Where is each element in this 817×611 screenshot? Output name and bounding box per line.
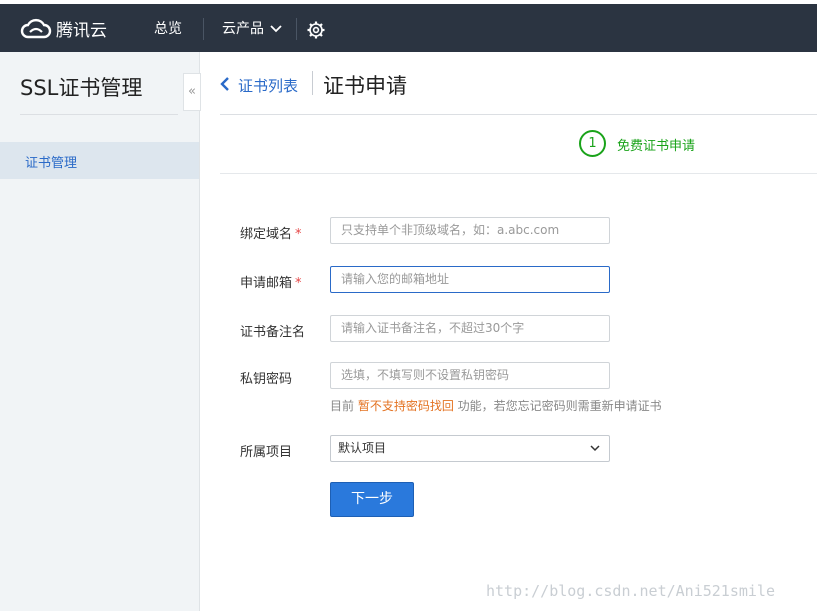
nav-overview[interactable]: 总览 [154, 18, 182, 38]
email-label-text: 申请邮箱 [240, 276, 293, 291]
password-input[interactable]: 选填，不填写则不设置私钥密码 [330, 362, 610, 389]
logo-text: 腾讯云 [56, 20, 107, 41]
step-label: 免费证书申请 [617, 139, 696, 154]
project-select-value: 默认项目 [338, 441, 387, 455]
password-label: 私钥密码 [240, 372, 293, 387]
top-edge [0, 0, 817, 4]
nav-divider [296, 18, 297, 40]
sidebar-title: SSL证书管理 [20, 76, 143, 100]
hint-prefix: 目前 [330, 399, 358, 413]
page-header: 证书列表 证书申请 [220, 52, 817, 114]
sidebar: SSL证书管理 证书管理 [0, 52, 200, 611]
nav-divider [203, 18, 204, 40]
steps-divider [220, 173, 817, 174]
page-title: 证书申请 [323, 74, 407, 98]
remark-label: 证书备注名 [240, 325, 306, 340]
sidebar-item-cert-management[interactable]: 证书管理 [0, 142, 199, 179]
domain-label: 绑定域名 * [240, 223, 302, 242]
breadcrumb-cert-list-link[interactable]: 证书列表 [238, 75, 298, 96]
domain-input[interactable]: 只支持单个非顶级域名，如：a.abc.com [330, 217, 610, 244]
required-marker: * [295, 276, 302, 291]
domain-label-text: 绑定域名 [240, 227, 293, 242]
project-label: 所属项目 [240, 445, 293, 460]
collapse-sidebar-button[interactable]: « [183, 73, 201, 111]
back-arrow-icon[interactable] [220, 76, 230, 92]
chevron-down-icon [270, 25, 283, 33]
email-input[interactable]: 请输入您的邮箱地址 [330, 266, 610, 293]
nav-cloud-products-label: 云产品 [222, 21, 264, 37]
next-step-button[interactable]: 下一步 [330, 482, 414, 517]
email-label: 申请邮箱 * [240, 272, 302, 291]
hint-warning: 暂不支持密码找回 [357, 399, 454, 413]
password-hint: 目前 暂不支持密码找回 功能，若您忘记密码则需重新申请证书 [330, 397, 662, 414]
required-marker: * [295, 227, 302, 242]
step-number-badge: 1 [579, 130, 606, 157]
sidebar-item-label: 证书管理 [25, 156, 78, 171]
project-select[interactable]: 默认项目 [330, 435, 610, 462]
watermark: http://blog.csdn.net/Ani521smile [486, 582, 775, 600]
remark-input[interactable]: 请输入证书备注名，不超过30个字 [330, 315, 610, 342]
header-divider [220, 114, 817, 115]
breadcrumb-divider [312, 71, 313, 95]
gear-icon[interactable] [306, 20, 326, 40]
nav-cloud-products[interactable]: 云产品 [222, 18, 283, 38]
cloud-logo-icon [20, 18, 52, 39]
chevron-down-icon [590, 445, 600, 452]
logo[interactable]: 腾讯云 [20, 15, 107, 41]
sidebar-divider [20, 114, 178, 115]
hint-suffix: 功能，若您忘记密码则需重新申请证书 [453, 399, 662, 413]
top-navigation-bar: 腾讯云 总览 云产品 [0, 0, 817, 52]
